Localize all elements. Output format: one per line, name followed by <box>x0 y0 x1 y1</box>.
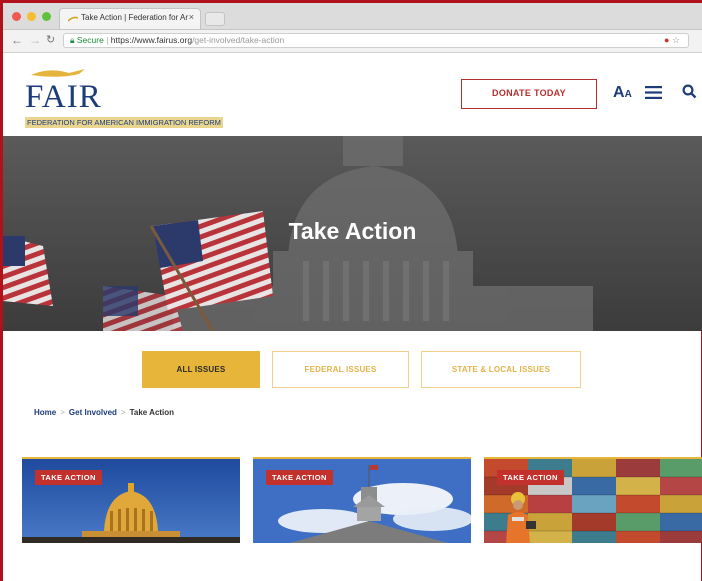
filter-state-local-issues-button[interactable]: STATE & LOCAL ISSUES <box>421 351 581 388</box>
action-card[interactable]: TAKE ACTION <box>22 457 240 543</box>
fair-logo[interactable]: FAIR FEDERATION FOR AMERICAN IMMIGRATION… <box>25 65 230 128</box>
browser-tab[interactable]: Take Action | Federation for Ar × <box>59 8 201 29</box>
text-size-icon[interactable]: AA <box>613 84 632 102</box>
breadcrumb-current: Take Action <box>129 408 175 417</box>
hero-banner: Take Action <box>3 136 702 331</box>
logo-subtitle: FEDERATION FOR AMERICAN IMMIGRATION REFO… <box>25 117 223 128</box>
url-path: /get-involved/take-action <box>192 35 285 45</box>
url-host: https://www.fairus.org <box>110 35 193 45</box>
logo-wordmark: FAIR <box>25 79 102 115</box>
breadcrumb-separator: > <box>120 408 126 417</box>
take-action-badge: TAKE ACTION <box>497 470 564 485</box>
secure-label: Secure <box>76 35 104 45</box>
new-tab-button[interactable] <box>205 12 225 26</box>
breadcrumb-separator: > <box>60 408 65 417</box>
minimize-window-button[interactable] <box>27 12 36 21</box>
lock-icon: 🔒︎ <box>70 35 75 45</box>
address-bar[interactable]: 🔒︎ Secure | https://www.fairus.org/get-i… <box>63 33 689 48</box>
breadcrumb: Home > Get Involved > Take Action <box>34 408 174 417</box>
search-icon[interactable] <box>682 84 697 99</box>
breadcrumb-home-link[interactable]: Home <box>34 408 56 417</box>
breadcrumb-get-involved-link[interactable]: Get Involved <box>69 408 117 417</box>
maximize-window-button[interactable] <box>42 12 51 21</box>
filter-federal-issues-button[interactable]: FEDERAL ISSUES <box>272 351 409 388</box>
close-window-button[interactable] <box>12 12 21 21</box>
action-card[interactable]: TAKE ACTION <box>253 457 471 543</box>
browser-tab-bar: Take Action | Federation for Ar × <box>3 3 702 30</box>
tab-title: Take Action | Federation for Ar <box>81 13 189 22</box>
take-action-badge: TAKE ACTION <box>266 470 333 485</box>
back-arrow-icon[interactable]: ← <box>11 33 23 47</box>
donate-button[interactable]: DONATE TODAY <box>461 79 597 109</box>
bookmark-star-icon[interactable]: ☆ <box>672 35 680 45</box>
tab-close-icon[interactable]: × <box>189 12 194 22</box>
page-title: Take Action <box>288 218 417 244</box>
menu-icon[interactable] <box>645 86 662 99</box>
extension-icon[interactable]: ● <box>664 35 669 45</box>
reload-icon[interactable]: ↻ <box>46 33 55 46</box>
forward-arrow-icon[interactable]: → <box>29 33 41 47</box>
favicon-icon <box>68 16 78 22</box>
action-card[interactable]: TAKE ACTION <box>484 457 702 543</box>
browser-toolbar: ← → ↻ 🔒︎ Secure | https://www.fairus.org… <box>3 30 702 53</box>
filter-all-issues-button[interactable]: ALL ISSUES <box>142 351 260 388</box>
take-action-badge: TAKE ACTION <box>35 470 102 485</box>
site-header: FAIR FEDERATION FOR AMERICAN IMMIGRATION… <box>3 53 702 136</box>
